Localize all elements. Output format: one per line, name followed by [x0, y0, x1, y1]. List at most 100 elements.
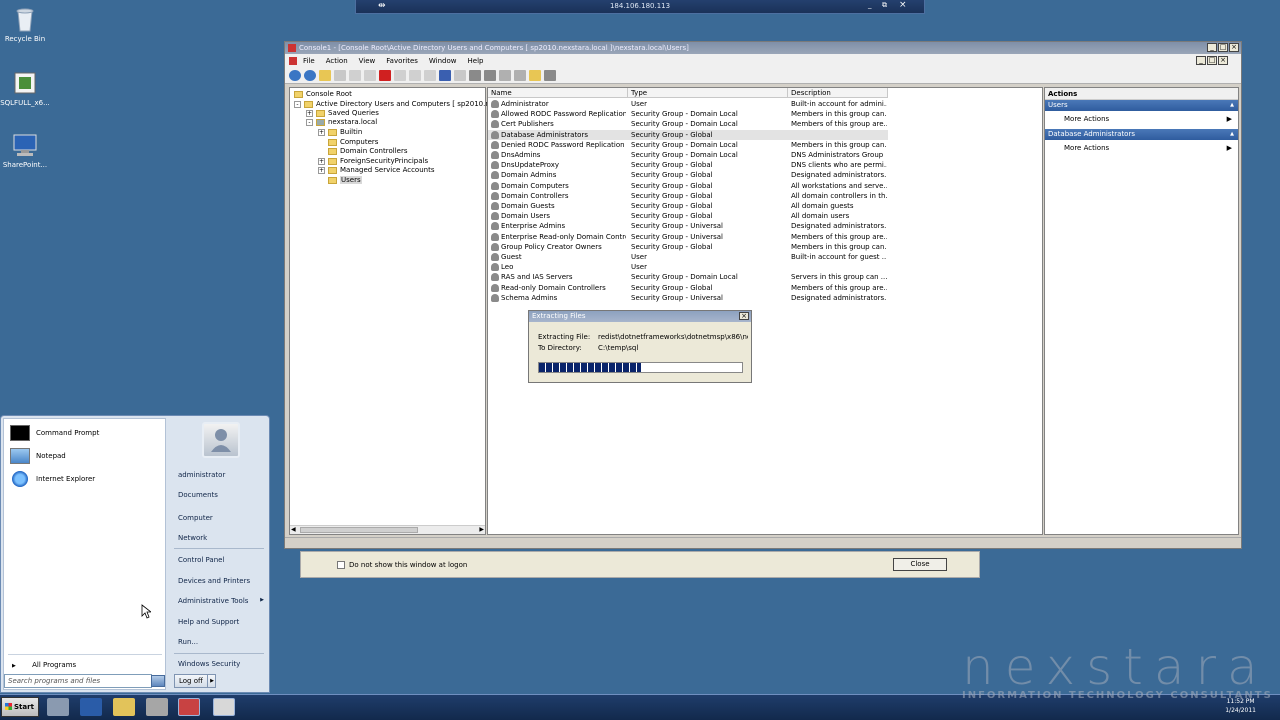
program-internet-explorer[interactable]: Internet Explorer — [10, 470, 95, 488]
place-documents[interactable]: Documents — [178, 491, 218, 499]
rdp-minimize-button[interactable]: _ — [868, 1, 872, 9]
start-search-input[interactable]: Search programs and files — [4, 674, 152, 688]
table-row[interactable]: Denied RODC Password Replication ... Secu… — [488, 140, 888, 150]
inner-close-button[interactable]: × — [1218, 56, 1228, 65]
tree-item-computers[interactable]: Computers — [328, 138, 378, 146]
setup-taskbar-icon[interactable] — [146, 698, 168, 716]
shutdown-options-arrow-icon[interactable]: ▶ — [207, 675, 214, 687]
place-computer[interactable]: Computer — [178, 514, 213, 522]
tree-item-domain[interactable]: - nexstara.local — [306, 118, 377, 126]
close-welcome-button[interactable]: Close — [893, 558, 947, 571]
table-row[interactable]: Read-only Domain Controllers Security Gro… — [488, 283, 888, 293]
table-row[interactable]: Leo User — [488, 262, 888, 272]
find-icon[interactable] — [529, 70, 541, 81]
menu-file[interactable]: File — [303, 57, 315, 65]
place-run[interactable]: Run... — [178, 638, 198, 646]
tree-horizontal-scrollbar[interactable]: ◀ ▶ — [290, 525, 485, 534]
column-header-description[interactable]: Description — [788, 88, 888, 98]
table-row[interactable]: Cert Publishers Security Group - Domain L… — [488, 119, 888, 129]
extract-taskbar-icon[interactable] — [213, 698, 235, 716]
table-row[interactable]: Domain Controllers Security Group - Globa… — [488, 191, 888, 201]
tree-item-foreign-security-principals[interactable]: + ForeignSecurityPrincipals — [318, 157, 428, 165]
show-action-pane-icon[interactable] — [454, 70, 466, 81]
tree-item-domain-controllers[interactable]: Domain Controllers — [328, 147, 407, 155]
place-network[interactable]: Network — [178, 534, 207, 542]
table-row[interactable]: Allowed RODC Password Replication... Secu… — [488, 109, 888, 119]
forward-icon[interactable] — [304, 70, 316, 81]
desktop-icon-sharepoint[interactable]: SharePoint... — [0, 131, 53, 169]
expand-toggle[interactable]: + — [306, 109, 313, 117]
place-devices-and-printers[interactable]: Devices and Printers — [178, 577, 250, 585]
table-row[interactable]: Domain Users Security Group - Global All d… — [488, 211, 888, 221]
rdp-connection-bar[interactable]: ⇹ 184.106.180.113 _ ⧉ × — [355, 0, 925, 14]
table-row[interactable]: Schema Admins Security Group - Universal D… — [488, 293, 888, 303]
rdp-restore-button[interactable]: ⧉ — [882, 1, 887, 10]
collapse-toggle[interactable]: - — [294, 100, 301, 108]
expand-toggle[interactable]: + — [318, 128, 325, 136]
inner-restore-button[interactable]: □ — [1207, 56, 1217, 65]
table-row[interactable]: Enterprise Read-only Domain Contro... Sec… — [488, 232, 888, 242]
tree-item-console-root[interactable]: Console Root — [294, 90, 352, 98]
log-off-button[interactable]: Log off ▶ — [174, 674, 216, 688]
properties-icon[interactable] — [394, 70, 406, 81]
cut-icon[interactable] — [349, 70, 361, 81]
refresh-icon[interactable] — [409, 70, 421, 81]
tree-item-aduc[interactable]: - Active Directory Users and Computers [ … — [294, 100, 498, 108]
place-administrative-tools[interactable]: Administrative Tools ▶ — [178, 597, 264, 605]
program-command-prompt[interactable]: Command Prompt — [10, 424, 99, 442]
mmc-titlebar[interactable]: Console1 - [Console Root\Active Director… — [285, 42, 1241, 54]
show-tree-icon[interactable] — [334, 70, 346, 81]
tree-item-managed-service-accounts[interactable]: + Managed Service Accounts — [318, 166, 434, 174]
mmc-taskbar-icon[interactable] — [178, 698, 200, 716]
table-row[interactable]: DnsUpdateProxy Security Group - Global DNS… — [488, 160, 888, 170]
table-row[interactable]: Domain Admins Security Group - Global Desi… — [488, 170, 888, 180]
minimize-button[interactable]: _ — [1207, 43, 1217, 52]
tree-item-builtin[interactable]: + Builtin — [318, 128, 362, 136]
actions-section-users[interactable]: Users ▲ — [1045, 100, 1238, 111]
up-folder-icon[interactable] — [319, 70, 331, 81]
powershell-taskbar-icon[interactable] — [80, 698, 102, 716]
table-row[interactable]: Domain Computers Security Group - Global A… — [488, 181, 888, 191]
expand-toggle[interactable]: + — [318, 166, 325, 174]
new-group-icon[interactable] — [484, 70, 496, 81]
collapse-toggle[interactable]: - — [306, 118, 313, 126]
menu-window[interactable]: Window — [429, 57, 457, 65]
back-icon[interactable] — [289, 70, 301, 81]
dialog-close-button[interactable]: × — [739, 312, 749, 320]
close-button[interactable]: × — [1229, 43, 1239, 52]
menu-view[interactable]: View — [359, 57, 376, 65]
place-help-and-support[interactable]: Help and Support — [178, 618, 239, 626]
start-button[interactable]: Start — [1, 697, 39, 717]
table-row[interactable]: RAS and IAS Servers Security Group - Doma… — [488, 272, 888, 282]
server-manager-taskbar-icon[interactable] — [47, 698, 69, 716]
new-user-icon[interactable] — [469, 70, 481, 81]
menu-favorites[interactable]: Favorites — [386, 57, 418, 65]
filter-icon[interactable] — [514, 70, 526, 81]
copy-icon[interactable] — [364, 70, 376, 81]
table-row[interactable]: Group Policy Creator Owners Security Grou… — [488, 242, 888, 252]
more-actions-users[interactable]: More Actions ▶ — [1045, 111, 1238, 127]
new-ou-icon[interactable] — [499, 70, 511, 81]
maximize-button[interactable]: □ — [1218, 43, 1228, 52]
collapse-icon[interactable]: ▲ — [1230, 129, 1234, 140]
rdp-close-button[interactable]: × — [899, 0, 907, 10]
tree-item-saved-queries[interactable]: + Saved Queries — [306, 109, 379, 117]
menu-help[interactable]: Help — [468, 57, 484, 65]
inner-minimize-button[interactable]: _ — [1196, 56, 1206, 65]
place-windows-security[interactable]: Windows Security — [178, 660, 240, 668]
collapse-icon[interactable]: ▲ — [1230, 100, 1234, 111]
menu-action[interactable]: Action — [326, 57, 348, 65]
expand-toggle[interactable]: + — [318, 157, 325, 165]
user-avatar[interactable] — [202, 422, 240, 458]
table-row[interactable]: Guest User Built-in account for guest ... — [488, 252, 888, 262]
table-row[interactable]: Database Administrators Security Group - … — [488, 129, 888, 140]
desktop-icon-sqlfull[interactable]: SQLFULL_x6... — [0, 69, 53, 107]
table-row[interactable]: DnsAdmins Security Group - Domain Local DN… — [488, 150, 888, 160]
desktop-icon-recycle-bin[interactable]: Recycle Bin — [0, 5, 53, 43]
delete-icon[interactable] — [379, 70, 391, 81]
export-icon[interactable] — [424, 70, 436, 81]
do-not-show-checkbox[interactable] — [337, 561, 345, 569]
scroll-left-button[interactable]: ◀ — [291, 526, 296, 533]
dialog-titlebar[interactable]: Extracting Files × — [529, 311, 751, 322]
scroll-thumb[interactable] — [300, 527, 418, 533]
